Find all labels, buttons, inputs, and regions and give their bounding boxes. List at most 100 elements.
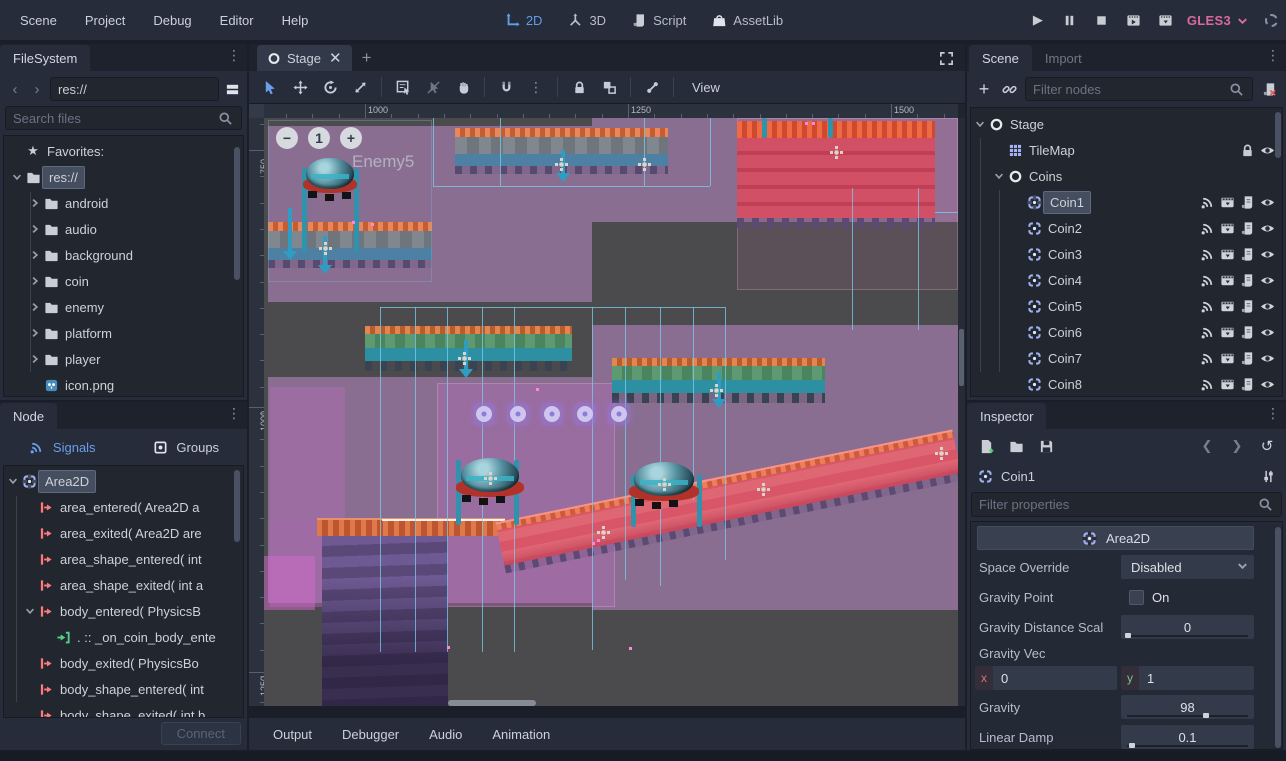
position-gizmo-icon[interactable] bbox=[638, 158, 651, 171]
clapper-icon[interactable] bbox=[1218, 323, 1236, 341]
tab-node[interactable]: Node bbox=[0, 403, 57, 429]
inspector-section-header[interactable]: Area2D bbox=[977, 526, 1254, 550]
tab-import[interactable]: Import bbox=[1032, 45, 1095, 71]
signal-tree-item[interactable]: area_shape_exited( int a bbox=[4, 572, 243, 598]
file-tree-item[interactable]: res:// bbox=[4, 164, 243, 190]
file-tree-item[interactable]: coin bbox=[4, 268, 243, 294]
skeleton-tool-icon[interactable] bbox=[639, 75, 665, 99]
menu-editor[interactable]: Editor bbox=[210, 9, 264, 32]
eye-icon[interactable] bbox=[1258, 297, 1276, 315]
snap-menu-icon[interactable]: ⋮ bbox=[523, 75, 549, 99]
file-tree-item[interactable]: android bbox=[4, 190, 243, 216]
menu-help[interactable]: Help bbox=[272, 9, 319, 32]
file-tree-item[interactable]: player bbox=[4, 346, 243, 372]
eye-icon[interactable] bbox=[1258, 375, 1276, 393]
rotate-tool-icon[interactable] bbox=[317, 75, 343, 99]
position-gizmo-icon[interactable] bbox=[710, 384, 723, 397]
lock-object-icon[interactable] bbox=[566, 75, 592, 99]
enemy-sprite[interactable] bbox=[302, 158, 358, 198]
snap-toggle-icon[interactable] bbox=[493, 75, 519, 99]
file-tree-item[interactable]: icon.png bbox=[4, 372, 243, 397]
position-gizmo-icon[interactable] bbox=[484, 472, 497, 485]
scene-tree-item[interactable]: Coin5 bbox=[971, 293, 1282, 319]
wifi-icon[interactable] bbox=[1198, 323, 1216, 341]
signal-tree-item[interactable]: . :: _on_coin_body_ente bbox=[4, 624, 243, 650]
position-gizmo-icon[interactable] bbox=[458, 352, 471, 365]
dock-tab-animation[interactable]: Animation bbox=[482, 723, 560, 746]
file-tree-item[interactable]: background bbox=[4, 242, 243, 268]
number-linear-damp[interactable]: 0.1 bbox=[1121, 725, 1254, 749]
move-tool-icon[interactable] bbox=[287, 75, 313, 99]
expand-icon[interactable] bbox=[937, 49, 955, 67]
lock-icon[interactable] bbox=[1238, 141, 1256, 159]
history-back-icon[interactable]: ❮ bbox=[1198, 437, 1216, 455]
script-icon[interactable] bbox=[1238, 245, 1256, 263]
new-tab-icon[interactable]: + bbox=[362, 48, 372, 68]
eye-icon[interactable] bbox=[1258, 141, 1276, 159]
number-gravity-distance-scal[interactable]: 0 bbox=[1121, 615, 1254, 639]
wifi-icon[interactable] bbox=[1198, 219, 1216, 237]
dropdown-space-override[interactable]: Disabled bbox=[1121, 555, 1254, 579]
eye-icon[interactable] bbox=[1258, 219, 1276, 237]
canvas-zoom-out-button[interactable]: − bbox=[276, 127, 298, 149]
coin-gizmo[interactable] bbox=[574, 403, 596, 425]
node-scrollbar[interactable] bbox=[234, 470, 240, 542]
scene-tree-item[interactable]: Coins bbox=[971, 163, 1282, 189]
clapper-icon[interactable] bbox=[1218, 219, 1236, 237]
chevron-down-icon[interactable] bbox=[992, 167, 1006, 185]
signal-tree-item[interactable]: area_exited( Area2D are bbox=[4, 520, 243, 546]
file-tree-item[interactable]: audio bbox=[4, 216, 243, 242]
clapper-icon[interactable] bbox=[1218, 297, 1236, 315]
renderer-dropdown[interactable]: GLES3 bbox=[1187, 11, 1251, 29]
scale-tool-icon[interactable] bbox=[347, 75, 373, 99]
group-object-icon[interactable] bbox=[596, 75, 622, 99]
scene-tree-item[interactable]: Coin6 bbox=[971, 319, 1282, 345]
wifi-icon[interactable] bbox=[1198, 349, 1216, 367]
search-files-input[interactable]: Search files bbox=[5, 106, 242, 130]
script-icon[interactable] bbox=[1238, 297, 1256, 315]
tab-filesystem[interactable]: FileSystem bbox=[0, 45, 90, 71]
chevron-down-icon[interactable] bbox=[10, 168, 24, 186]
file-tree-item[interactable]: ★Favorites: bbox=[4, 138, 243, 164]
pause-button[interactable] bbox=[1059, 9, 1081, 31]
panel-menu-icon[interactable]: ⋮ bbox=[1266, 48, 1280, 62]
position-gizmo-icon[interactable] bbox=[597, 526, 610, 539]
eye-icon[interactable] bbox=[1258, 245, 1276, 263]
new-resource-icon[interactable] bbox=[977, 437, 995, 455]
wifi-icon[interactable] bbox=[1198, 245, 1216, 263]
context-tab-assetlib[interactable]: AssetLib bbox=[710, 11, 783, 29]
tab-stage[interactable]: Stage ✕ bbox=[257, 45, 352, 71]
wifi-icon[interactable] bbox=[1198, 375, 1216, 393]
position-gizmo-icon[interactable] bbox=[319, 242, 332, 255]
pan-tool-icon[interactable] bbox=[450, 75, 476, 99]
display-mode-icon[interactable] bbox=[223, 80, 241, 98]
vector-x-field[interactable]: x0 bbox=[975, 666, 1117, 690]
canvas-vscroll[interactable] bbox=[958, 118, 965, 706]
coin-gizmo[interactable] bbox=[541, 403, 563, 425]
chevron-down-icon[interactable] bbox=[6, 472, 20, 490]
filter-nodes-input[interactable]: Filter nodes bbox=[1025, 77, 1253, 101]
menu-scene[interactable]: Scene bbox=[10, 9, 67, 32]
position-gizmo-icon[interactable] bbox=[658, 478, 671, 491]
checkbox-gravity-point[interactable]: On bbox=[1121, 585, 1254, 609]
instance-scene-icon[interactable] bbox=[1000, 80, 1018, 98]
context-tab-2d[interactable]: 2D bbox=[503, 11, 543, 29]
file-tree-item[interactable]: enemy bbox=[4, 294, 243, 320]
scene-tree-item[interactable]: TileMap bbox=[971, 137, 1282, 163]
dock-tab-debugger[interactable]: Debugger bbox=[332, 723, 409, 746]
tab-signals[interactable]: Signals bbox=[0, 438, 124, 456]
history-forward-icon[interactable]: ❯ bbox=[1228, 437, 1246, 455]
clapper-icon[interactable] bbox=[1218, 193, 1236, 211]
play-custom-scene-button[interactable] bbox=[1155, 9, 1177, 31]
add-node-icon[interactable]: + bbox=[975, 80, 993, 98]
script-icon[interactable] bbox=[1238, 349, 1256, 367]
scene-tree-item[interactable]: Coin8 bbox=[971, 371, 1282, 397]
signal-tree-item[interactable]: body_exited( PhysicsBo bbox=[4, 650, 243, 676]
tab-inspector[interactable]: Inspector bbox=[967, 403, 1046, 429]
script-icon[interactable] bbox=[1238, 193, 1256, 211]
canvas-hscroll[interactable] bbox=[448, 700, 536, 706]
signal-tree-item[interactable]: body_entered( PhysicsB bbox=[4, 598, 243, 624]
stop-button[interactable] bbox=[1091, 9, 1113, 31]
context-tab-script[interactable]: Script bbox=[630, 11, 686, 29]
position-gizmo-icon[interactable] bbox=[935, 447, 948, 460]
